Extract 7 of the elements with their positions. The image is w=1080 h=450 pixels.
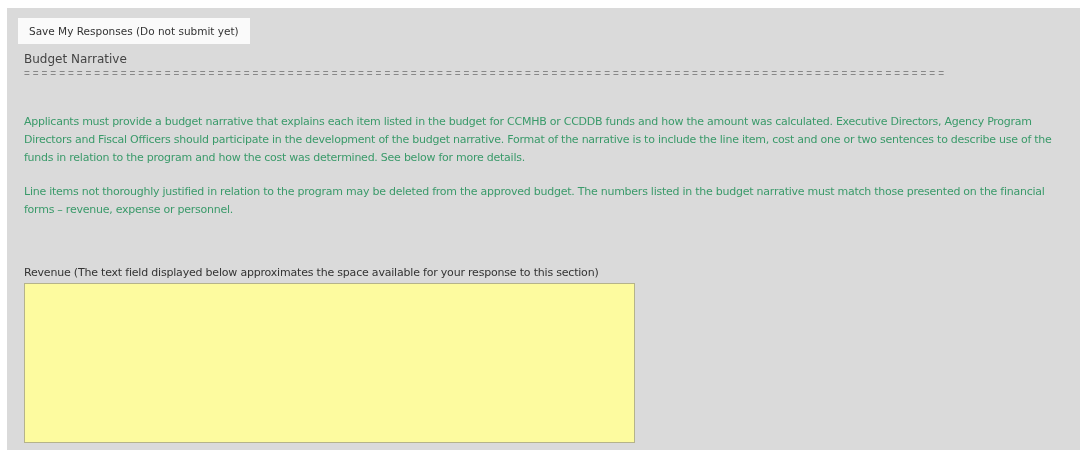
save-button[interactable]: Save My Responses (Do not submit yet)	[18, 18, 250, 44]
revenue-field[interactable]	[24, 283, 635, 443]
revenue-label: Revenue (The text field displayed below approximates the space available for your response to this section)	[24, 266, 600, 279]
separator-line: =========================================================================================================	[24, 68, 948, 79]
section-title: Budget Narrative	[24, 52, 128, 66]
instruction-paragraph: Line items not thoroughly justified in relation to the program may be deleted from the approved budget. The numbers listed in the budget narrative must match those presented on the financial forms – revenue, expense or personnel.	[24, 184, 1046, 218]
instruction-paragraph: Applicants must provide a budget narrative that explains each item listed in the budget for CCMHB or CCDDB funds and how the amount was calculated. Executive Directors, Agency Program Directors and Fiscal Officers should participate in the development of the budget narrative. Format of the narrative is to include the line item, cost and one or two sentences to describe use of the funds in relation to the program and how the cost was determined. See below for more details.	[24, 114, 1053, 166]
